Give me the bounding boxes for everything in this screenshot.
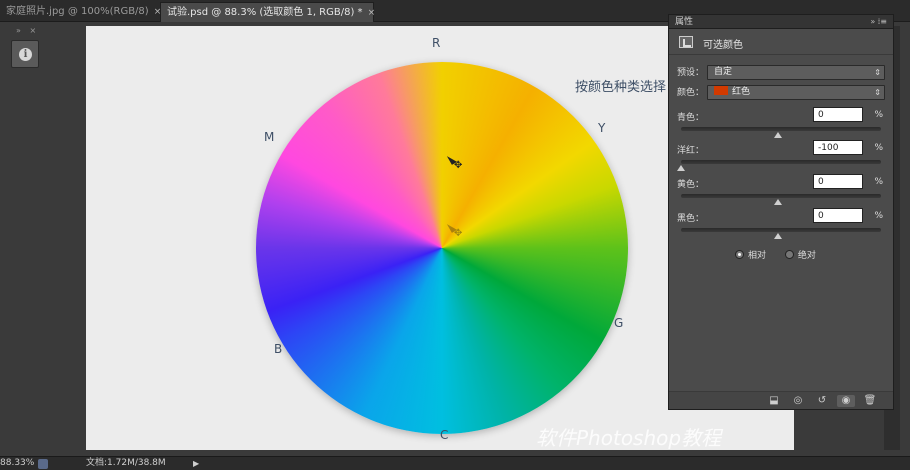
status-menu-arrow-icon[interactable]: ▶	[193, 457, 199, 470]
info-icon: i	[19, 48, 32, 61]
cyan-slider-thumb[interactable]	[774, 132, 782, 138]
panel-title-bar[interactable]: 属性 » ⁞≡	[669, 15, 893, 29]
wheel-label-m: M	[264, 130, 275, 144]
preset-dropdown[interactable]: 自定 ⇕	[707, 65, 885, 80]
method-radio-group: 相对 绝对	[735, 248, 816, 261]
cyan-value-input[interactable]: 0	[813, 107, 863, 122]
slider-label: 黑色：	[677, 214, 705, 224]
collapsed-panel-strip: » × i	[8, 26, 42, 72]
panel-menu-icon[interactable]: » ⁞≡	[870, 15, 887, 29]
wheel-label-r: R	[432, 36, 441, 50]
close-icon[interactable]: ×	[368, 8, 376, 18]
preset-label: 预设：	[677, 68, 705, 78]
slider-label: 洋红：	[677, 146, 705, 156]
selective-color-icon	[679, 36, 693, 48]
watermark-text: 软件Photoshop教程	[536, 426, 722, 450]
zoom-level[interactable]: 88.33%	[0, 457, 34, 470]
tab-label: 家庭照片.jpg @ 100%(RGB/8)	[6, 6, 149, 17]
info-panel-button[interactable]: i	[11, 40, 39, 68]
reset-icon[interactable]: ↺	[813, 395, 831, 407]
black-slider-track[interactable]	[681, 228, 881, 232]
document-size: 文档:1.72M/38.8M	[86, 458, 166, 468]
adjustment-title: 可选颜色	[703, 40, 743, 51]
absolute-option[interactable]: 绝对	[784, 250, 816, 261]
magenta-slider-track[interactable]	[681, 160, 881, 164]
document-profile-icon[interactable]	[38, 459, 48, 469]
panel-title: 属性	[675, 17, 694, 27]
wheel-label-g: G	[614, 316, 624, 330]
trash-icon[interactable]: 🗑	[861, 395, 879, 407]
colors-dropdown[interactable]: 红色 ⇕	[707, 85, 885, 100]
tab-experiment-psd[interactable]: 试验.psd @ 88.3% (选取颜色 1, RGB/8) * ×	[160, 2, 376, 22]
status-bar: 88.33% 文档:1.72M/38.8M ▶	[0, 456, 910, 470]
adjustment-header: 可选颜色	[669, 29, 893, 55]
dropdown-arrow-icon: ⇕	[874, 68, 881, 77]
wheel-label-c: C	[440, 428, 449, 442]
yellow-slider-thumb[interactable]	[774, 199, 782, 205]
colors-label: 颜色：	[677, 88, 705, 98]
colors-value: 红色	[732, 87, 751, 97]
yellow-slider-track[interactable]	[681, 194, 881, 198]
black-slider-thumb[interactable]	[774, 233, 782, 239]
view-previous-icon[interactable]: ◎	[789, 395, 807, 407]
yellow-value-input[interactable]: 0	[813, 174, 863, 189]
dropdown-arrow-icon: ⇕	[874, 88, 881, 97]
wheel-label-b: B	[274, 342, 283, 356]
hint-text: 按颜色种类选择	[575, 80, 667, 95]
percent-unit: %	[874, 110, 883, 120]
cyan-slider-track[interactable]	[681, 127, 881, 131]
color-swatch	[714, 86, 728, 95]
tab-family-photo[interactable]: 家庭照片.jpg @ 100%(RGB/8) ×	[0, 2, 161, 22]
percent-unit: %	[874, 211, 883, 221]
panel-strip-controls[interactable]: » ×	[8, 26, 42, 36]
move-ghost-icon: ✥	[454, 228, 463, 239]
percent-unit: %	[874, 143, 883, 153]
move-icon: ✥	[454, 160, 463, 171]
radio-absolute[interactable]	[784, 250, 794, 259]
absolute-label: 绝对	[797, 251, 816, 261]
tab-label: 试验.psd @ 88.3% (选取颜色 1, RGB/8) *	[167, 7, 363, 18]
radio-relative[interactable]	[735, 250, 744, 259]
relative-option[interactable]: 相对	[735, 250, 767, 261]
percent-unit: %	[874, 177, 883, 187]
slider-label: 黄色：	[677, 180, 705, 190]
slider-label: 青色：	[677, 113, 705, 123]
preset-value: 自定	[714, 67, 733, 77]
relative-label: 相对	[748, 251, 767, 261]
magenta-value-input[interactable]: -100	[813, 140, 863, 155]
panel-footer: ⬓ ◎ ↺ ◉ 🗑	[669, 391, 893, 409]
properties-panel: 属性 » ⁞≡ 可选颜色 预设： 自定 ⇕ 颜色： 红色 ⇕ 青色： 0 % 洋…	[668, 14, 894, 410]
visibility-eye-icon[interactable]: ◉	[837, 395, 855, 407]
wheel-label-y: Y	[598, 121, 606, 135]
color-wheel	[256, 62, 628, 434]
black-value-input[interactable]: 0	[813, 208, 863, 223]
magenta-slider-thumb[interactable]	[677, 165, 685, 171]
clip-to-layer-icon[interactable]: ⬓	[765, 395, 783, 407]
